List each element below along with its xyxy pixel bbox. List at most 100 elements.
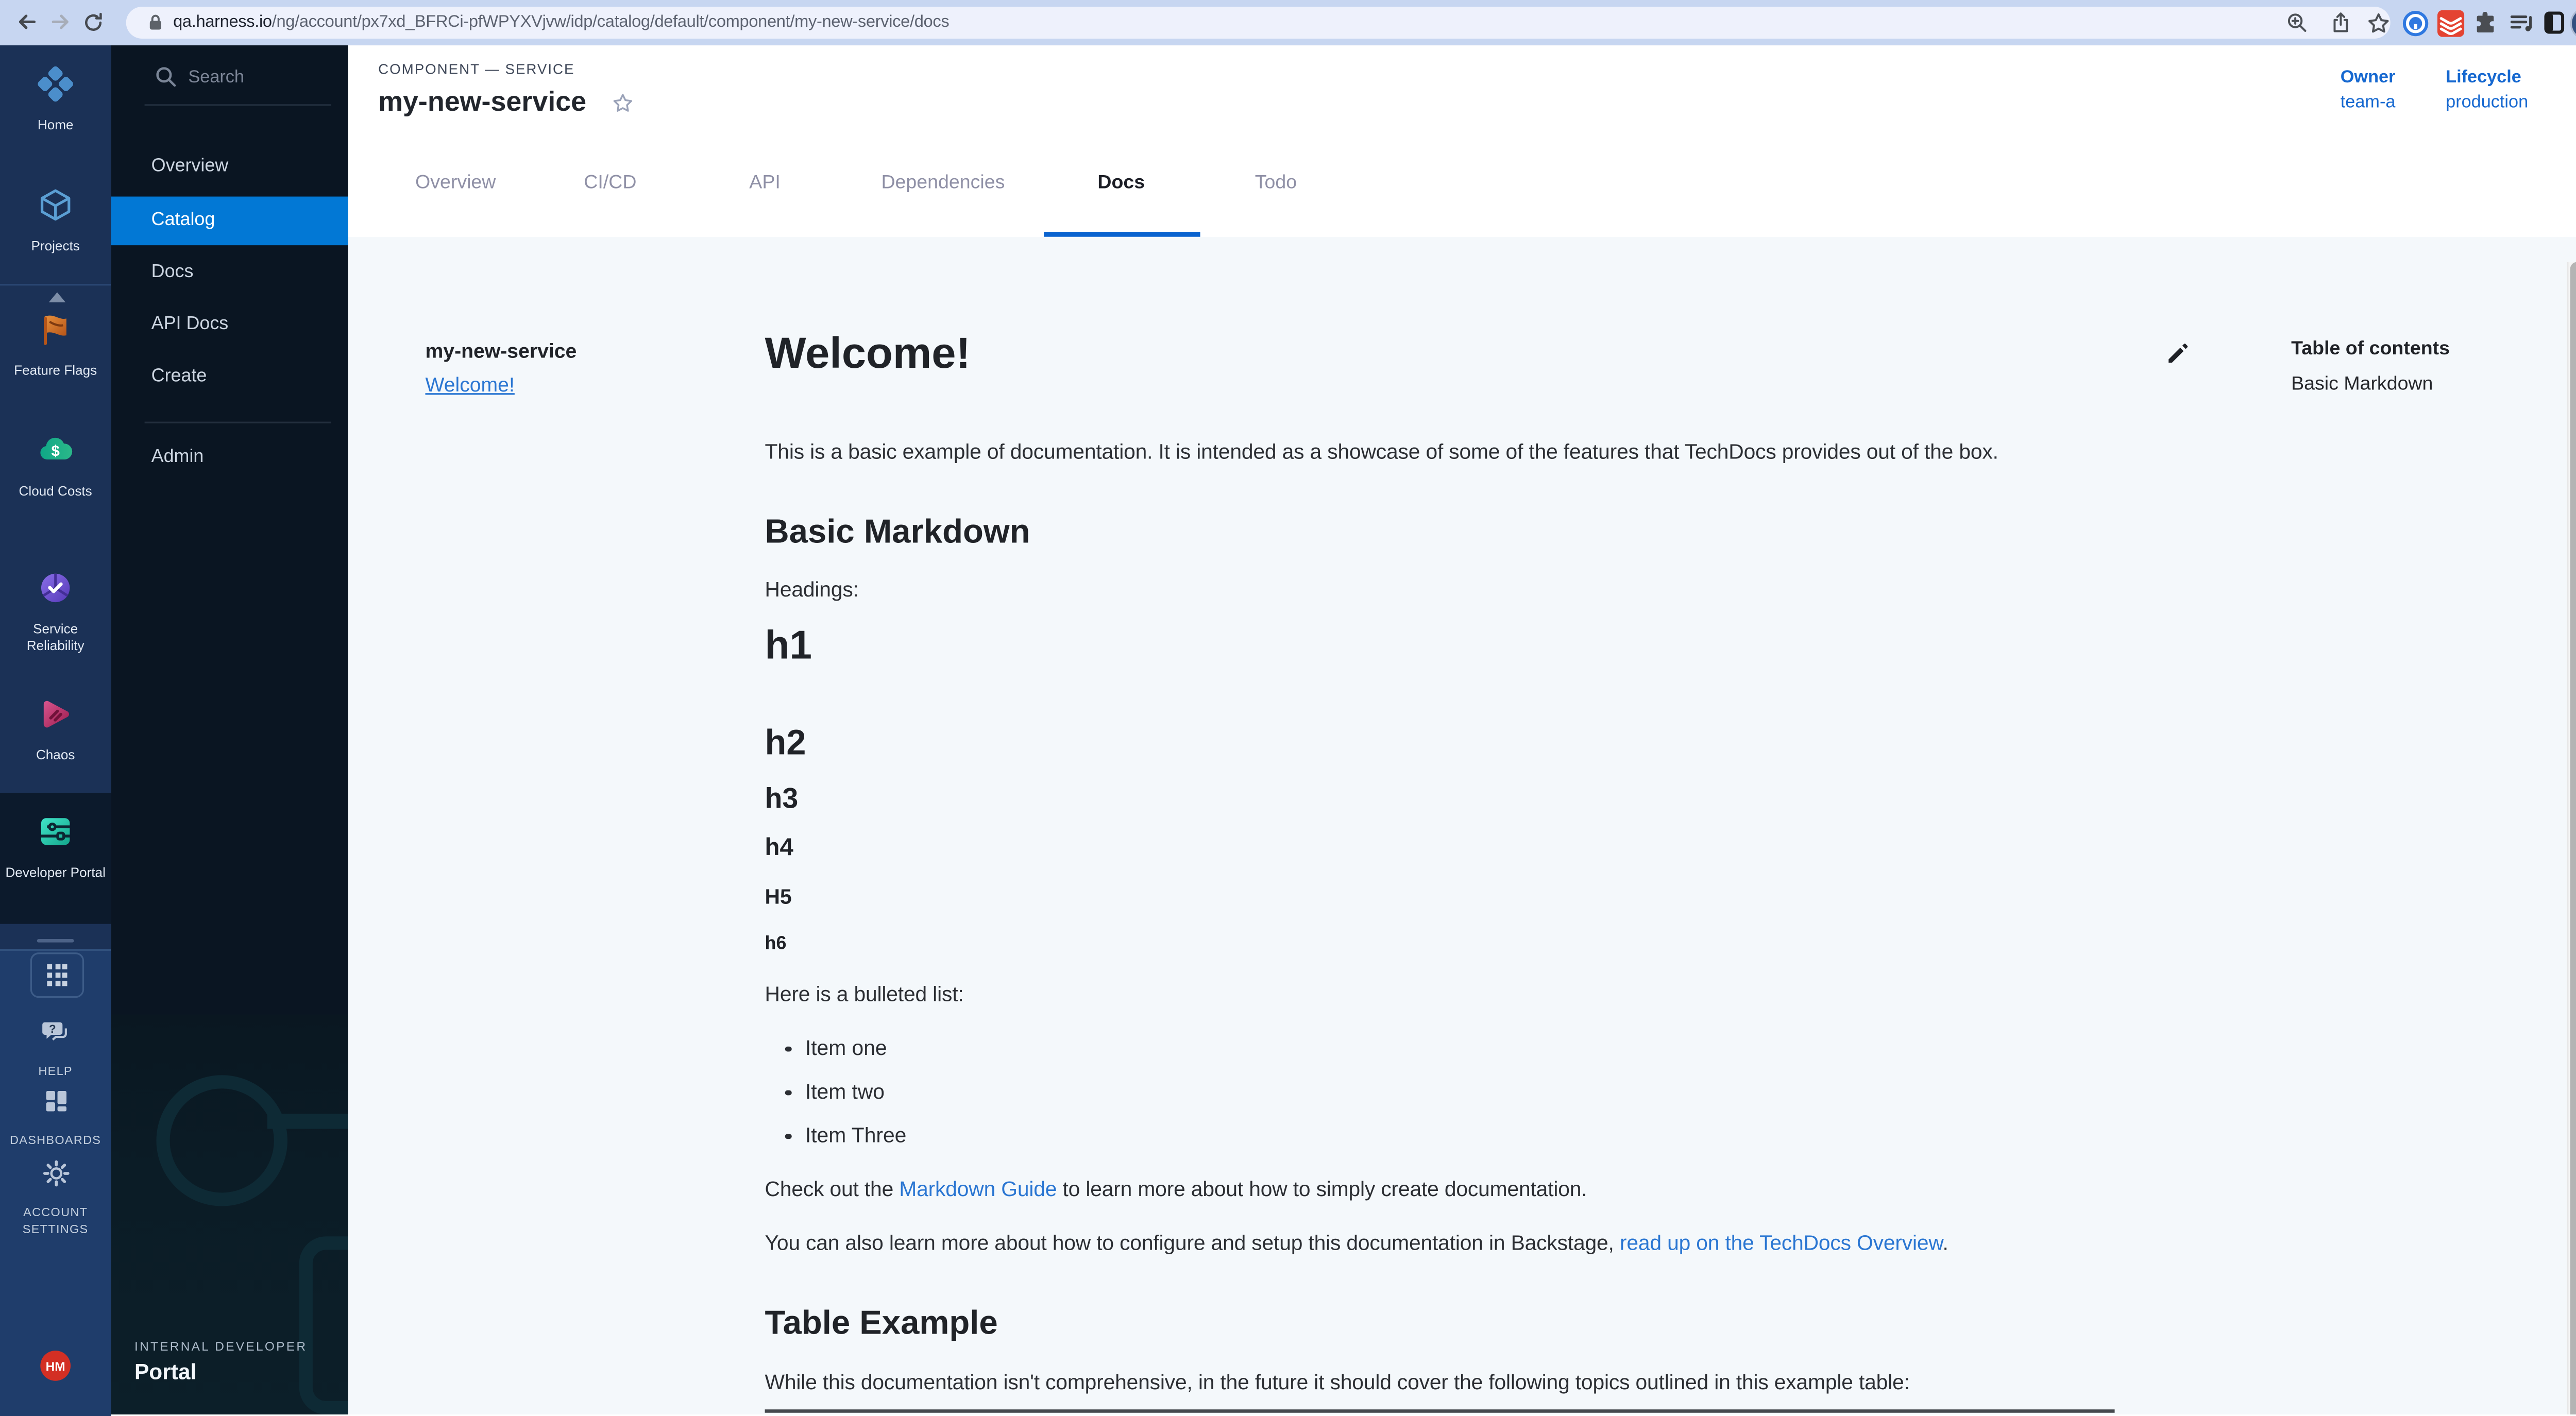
extensions-puzzle-icon[interactable] [2471,8,2499,37]
sidebar-item-create[interactable]: Create [111,353,348,402]
rail-item-dashboards[interactable]: DASHBOARDS [0,1085,111,1148]
article-headings-label: Headings: [765,578,859,602]
owner-fact: Owner team-a [2341,67,2396,112]
feature-flags-icon [0,311,111,356]
tab-overview[interactable]: Overview [415,173,496,193]
url-domain: qa.harness.io [173,13,272,32]
techdocs-overview-link[interactable]: read up on the TechDocs Overview [1620,1232,1943,1255]
cloud-costs-icon: $ [0,432,111,477]
module-grid-button[interactable] [30,952,84,998]
demo-h5: H5 [765,885,792,909]
screen: qa.harness.io/ng/account/px7xd_BFRCi-pfW… [0,0,2576,1414]
rail-label: Service Reliability [0,622,111,654]
list-item: Item two [765,1080,885,1104]
zoom-in-icon[interactable] [2283,8,2311,37]
rail-label: DASHBOARDS [0,1132,111,1148]
bullet-icon [785,1133,791,1139]
search-input[interactable]: Search [111,59,348,96]
chaos-icon [0,695,111,741]
rail-label: Developer Portal [0,865,111,881]
lifecycle-label: Lifecycle [2446,67,2528,87]
search-placeholder: Search [188,66,244,87]
grid-icon [47,965,67,985]
rail-item-help[interactable]: ? HELP [0,1015,111,1080]
toc-item-basic-markdown[interactable]: Basic Markdown [2291,374,2433,395]
demo-h6: h6 [765,934,787,954]
owner-value[interactable]: team-a [2341,92,2396,112]
sidebar-toggle-extension-icon[interactable] [2540,8,2568,37]
cube-icon [0,186,111,232]
rail-label: Feature Flags [0,363,111,379]
module-rail: Home Projects Feature Flags $ Cloud Cost… [0,45,111,1414]
bookmark-star-icon[interactable] [2363,8,2392,37]
rail-item-service-reliability[interactable]: Service Reliability [0,570,111,654]
sidebar-item-api-docs[interactable]: API Docs [111,301,348,350]
collapse-up-icon[interactable] [49,292,66,302]
share-icon[interactable] [2327,8,2355,37]
url-path: /ng/account/px7xd_BFRCi-pfWPYXVjvw/idp/c… [272,13,950,32]
service-reliability-icon [0,570,111,615]
article-check-paragraph: Check out the Markdown Guide to learn mo… [765,1178,1587,1201]
rail-item-account-settings[interactable]: ACCOUNT SETTINGS [0,1157,111,1236]
demo-h2: h2 [765,724,806,764]
favorite-star-icon[interactable] [612,92,634,123]
todo-extension-icon[interactable] [2436,8,2464,37]
rail-label: Chaos [0,747,111,763]
lifecycle-fact: Lifecycle production [2446,67,2528,112]
developer-portal-icon [0,813,111,858]
demo-h1: h1 [765,623,812,670]
idp-sidebar: Search Overview Catalog Docs API Docs Cr… [111,45,348,1414]
tab-dependencies[interactable]: Dependencies [881,173,1005,193]
article-intro: This is a basic example of documentation… [765,440,1998,464]
bullet-icon [785,1089,791,1095]
rail-item-developer-portal[interactable]: Developer Portal [0,813,111,881]
tab-docs[interactable]: Docs [1097,173,1145,193]
article-config-paragraph: You can also learn more about how to con… [765,1232,1948,1255]
back-icon[interactable] [13,8,40,35]
dashboards-icon [0,1085,111,1125]
rail-section-dash [37,939,74,943]
gear-icon [0,1157,111,1198]
docs-scrollbar-thumb[interactable] [2570,262,2576,1414]
edit-pencil-icon[interactable] [2165,341,2190,366]
svg-text:$: $ [52,442,60,459]
rail-item-home[interactable]: Home [0,65,111,133]
forward-icon[interactable] [47,8,74,35]
address-bar[interactable]: qa.harness.io/ng/account/px7xd_BFRCi-pfW… [126,7,2391,39]
url-text: qa.harness.io/ng/account/px7xd_BFRCi-pfW… [173,13,949,32]
password-manager-extension-icon[interactable] [2400,8,2429,37]
demo-h3: h3 [765,783,799,816]
rail-item-cloud-costs[interactable]: $ Cloud Costs [0,432,111,500]
tab-cicd[interactable]: CI/CD [584,173,636,193]
user-avatar[interactable]: HM [40,1351,71,1381]
markdown-guide-link[interactable]: Markdown Guide [899,1178,1057,1201]
sidebar-item-catalog[interactable]: Catalog [111,197,348,246]
tab-api[interactable]: API [749,173,781,193]
brand-line-1: INTERNAL DEVELOPER [134,1339,307,1354]
lock-icon [148,13,163,32]
browser-chrome: qa.harness.io/ng/account/px7xd_BFRCi-pfW… [0,0,2576,47]
active-tab-underline [1044,232,1200,237]
docs-nav-link-welcome[interactable]: Welcome! [425,373,514,397]
bullet-icon [785,1046,791,1051]
rail-item-projects[interactable]: Projects [0,186,111,254]
docs-nav-title: my-new-service [425,339,577,363]
rail-item-feature-flags[interactable]: Feature Flags [0,311,111,379]
rail-item-chaos[interactable]: Chaos [0,695,111,763]
harness-logo-icon [0,65,111,111]
playlist-extension-icon[interactable] [2506,8,2535,37]
browser-profile-avatar[interactable] [2570,7,2576,40]
reload-icon[interactable] [79,8,106,35]
demo-h4: h4 [765,835,793,862]
article-list-label: Here is a bulleted list: [765,983,964,1006]
list-item: Item one [765,1036,887,1060]
brand-line-2: Portal [134,1359,307,1384]
help-chat-icon: ? [0,1015,111,1057]
rail-label: Cloud Costs [0,484,111,500]
tab-todo[interactable]: Todo [1255,173,1297,193]
rail-label: Projects [0,238,111,254]
sidebar-item-docs[interactable]: Docs [111,249,348,298]
sidebar-item-admin[interactable]: Admin [111,433,348,482]
owner-label: Owner [2341,67,2396,87]
sidebar-item-overview[interactable]: Overview [111,143,348,192]
